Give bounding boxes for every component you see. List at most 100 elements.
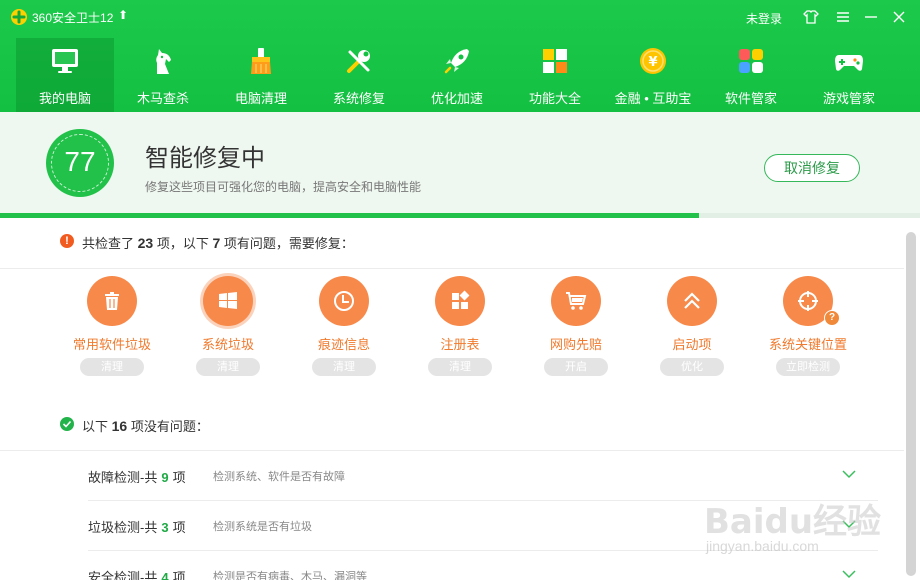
issue-icon-circle <box>435 276 485 326</box>
titlebar: 360安全卫士12 ⬆ 未登录 <box>0 0 920 34</box>
nav-item-speed-up[interactable]: 优化加速 <box>408 38 506 112</box>
category-description: 检测系统是否有垃圾 <box>213 521 312 533</box>
issue-trace-info[interactable]: 痕迹信息 清理 <box>286 274 402 378</box>
issue-action-button[interactable]: 清理 <box>80 358 144 376</box>
windows-icon <box>219 292 237 309</box>
check-icon <box>60 417 74 431</box>
issue-label: 网购先赔 <box>549 337 602 352</box>
issue-icon-circle <box>551 276 601 326</box>
registry-icon <box>452 290 470 309</box>
issue-action-button[interactable]: 开启 <box>544 358 608 376</box>
nav-label: 软件管家 <box>724 91 777 106</box>
nav-label: 木马查杀 <box>136 91 189 106</box>
summary-prefix: 共检查了 <box>82 236 135 251</box>
app-logo-icon <box>11 9 27 25</box>
rocket-icon <box>444 49 469 74</box>
issue-icon-circle <box>203 276 253 326</box>
menu-icon[interactable] <box>834 8 852 26</box>
nav-item-pc-cleanup[interactable]: 电脑清理 <box>212 38 310 112</box>
app-title: 360安全卫士12 <box>32 11 114 25</box>
issue-common-software-junk[interactable]: 常用软件垃圾 清理 <box>54 274 170 378</box>
nav-label: 金融 • 互助宝 <box>614 91 692 106</box>
issue-label: 常用软件垃圾 <box>72 337 151 352</box>
chevron-down-icon[interactable] <box>841 468 857 480</box>
nav-item-finance[interactable]: ¥ 金融 • 互助宝 <box>604 38 702 112</box>
nav-label: 优化加速 <box>430 91 483 106</box>
question-badge-icon: ? <box>824 310 840 326</box>
nav-item-trojan-scan[interactable]: 木马查杀 <box>114 38 212 112</box>
repair-banner: 77 智能修复中 修复这些项目可强化您的电脑，提高安全和电脑性能 取消修复 <box>0 112 920 216</box>
nav-item-my-computer[interactable]: 我的电脑 <box>16 38 114 112</box>
issue-action-button[interactable]: 优化 <box>660 358 724 376</box>
ok-prefix: 以下 <box>82 419 109 434</box>
software-icon <box>739 49 763 73</box>
issue-label: 系统关键位置 <box>768 337 847 352</box>
nav-item-game-manager[interactable]: 游戏管家 <box>800 38 898 112</box>
double-chevron-up-icon <box>684 292 700 309</box>
category-title: 安全检测-共 <box>88 570 158 580</box>
monitor-icon <box>52 49 78 73</box>
issue-label: 注册表 <box>440 337 480 352</box>
problem-count: 7 <box>212 235 221 251</box>
header: 360安全卫士12 ⬆ 未登录 我的电脑 木马查杀 电脑清理 系统修复 优化加速… <box>0 0 920 112</box>
cart-icon <box>566 292 587 310</box>
watermark-sub: jingyan.baidu.com <box>706 538 819 554</box>
status-subtitle: 修复这些项目可强化您的电脑，提高安全和电脑性能 <box>145 180 422 194</box>
category-count: 9 <box>161 470 169 485</box>
issue-shopping-guarantee[interactable]: 网购先赔 开启 <box>518 274 634 378</box>
main-nav: 我的电脑 木马查杀 电脑清理 系统修复 优化加速 功能大全 ¥ 金融 • 互助宝… <box>0 38 920 112</box>
skin-icon[interactable] <box>802 8 820 26</box>
issue-action-button[interactable]: 清理 <box>196 358 260 376</box>
nav-item-software-manager[interactable]: 软件管家 <box>702 38 800 112</box>
issue-system-key-locations[interactable]: ? 系统关键位置 立即检测 <box>750 274 866 378</box>
category-name: 垃圾检测-共 3 项 <box>88 517 186 536</box>
nav-label: 系统修复 <box>332 91 385 106</box>
coin-icon: ¥ <box>640 48 666 74</box>
trash-icon <box>105 292 119 310</box>
category-unit: 项 <box>172 520 186 535</box>
issue-icon-circle <box>667 276 717 326</box>
category-unit: 项 <box>172 570 186 580</box>
ok-suffix: 项没有问题： <box>130 419 209 434</box>
crosshair-icon <box>798 291 818 311</box>
issue-action-button[interactable]: 立即检测 <box>776 358 840 376</box>
upgrade-arrow-icon[interactable]: ⬆ <box>118 8 128 22</box>
category-title: 故障检测-共 <box>88 470 158 485</box>
issue-label: 系统垃圾 <box>201 337 254 352</box>
nav-label: 我的电脑 <box>38 91 91 106</box>
baidu-jingyan-watermark: Baidu经验 jingyan.baidu.com <box>700 480 910 570</box>
category-name: 安全检测-共 4 项 <box>88 567 186 580</box>
issue-icon-circle <box>319 276 369 326</box>
section-divider <box>0 268 904 269</box>
minimize-icon[interactable] <box>862 8 880 26</box>
health-score: 77 <box>64 146 96 177</box>
ok-count: 16 <box>111 418 128 434</box>
nav-label: 游戏管家 <box>822 91 875 106</box>
grid-icon <box>543 49 567 73</box>
summary-mid: 项，以下 <box>156 236 209 251</box>
horse-icon <box>156 49 171 74</box>
issue-action-button[interactable]: 清理 <box>428 358 492 376</box>
issue-action-button[interactable]: 清理 <box>312 358 376 376</box>
status-title: 智能修复中 <box>145 145 265 172</box>
svg-text:¥: ¥ <box>648 55 657 70</box>
warning-icon: ! <box>60 234 74 248</box>
nav-item-features[interactable]: 功能大全 <box>506 38 604 112</box>
issue-startup-items[interactable]: 启动项 优化 <box>634 274 750 378</box>
login-link[interactable]: 未登录 <box>746 10 782 27</box>
category-title: 垃圾检测-共 <box>88 520 158 535</box>
repair-progress-fill <box>0 213 700 218</box>
health-score-circle: 77 <box>46 129 114 197</box>
issue-label: 启动项 <box>672 337 712 352</box>
close-icon[interactable] <box>890 8 908 26</box>
nav-item-system-repair[interactable]: 系统修复 <box>310 38 408 112</box>
issue-registry[interactable]: 注册表 清理 <box>402 274 518 378</box>
summary-suffix: 项有问题，需要修复： <box>223 236 354 251</box>
ok-summary: 以下 16 项没有问题： <box>82 416 209 435</box>
category-unit: 项 <box>172 470 186 485</box>
clock-icon <box>334 291 354 311</box>
total-checked-count: 23 <box>137 235 154 251</box>
issue-system-junk[interactable]: 系统垃圾 清理 <box>170 274 286 378</box>
broom-icon <box>251 48 271 74</box>
cancel-repair-button[interactable]: 取消修复 <box>764 154 860 182</box>
